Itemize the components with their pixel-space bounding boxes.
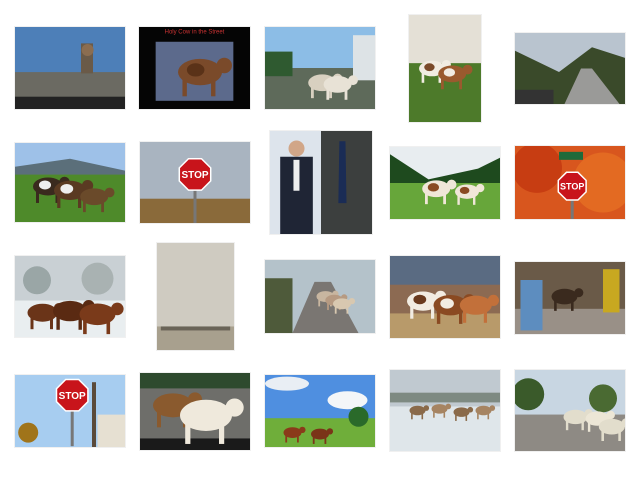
thumbnail-image: [390, 147, 500, 219]
thumbnail-image: [15, 27, 125, 109]
image-thumbnail-stop-sign-landscape[interactable]: STOP: [140, 142, 250, 223]
image-thumbnail-cattle-on-snowy-field[interactable]: [390, 370, 500, 451]
thumbnail-image: [515, 33, 625, 104]
thumbnail-image: [15, 256, 125, 337]
stop-sign-text: STOP: [59, 391, 86, 402]
image-thumbnail-cows-in-green-meadow[interactable]: [265, 375, 375, 447]
thumbnail-image: STOP: [140, 142, 250, 223]
thumbnail-image: [140, 373, 250, 450]
image-thumbnail-windshield-view-road-signs[interactable]: [15, 27, 125, 109]
image-thumbnail-distant-herd-in-fog[interactable]: [157, 243, 234, 350]
image-thumbnail-sheep-on-road[interactable]: [515, 370, 625, 451]
thumbnail-image: [390, 256, 500, 338]
thumbnail-image: [515, 262, 625, 334]
image-thumbnail-cows-in-snow[interactable]: [15, 256, 125, 337]
thumbnail-image: [270, 131, 372, 234]
thumbnail-image: STOP: [515, 146, 625, 219]
image-thumbnail-people-with-cattle-street[interactable]: [515, 262, 625, 334]
stop-sign-text: STOP: [181, 170, 208, 181]
thumbnail-image: [265, 260, 375, 333]
image-thumbnail-stop-sign-autumn-tree[interactable]: STOP: [515, 146, 625, 219]
image-thumbnail-cows-resting-in-field[interactable]: [15, 143, 125, 222]
image-thumbnail-cattle-market-crowd[interactable]: [390, 256, 500, 338]
image-thumbnail-street-horses-riders[interactable]: [265, 27, 375, 109]
thumbnail-image: [265, 27, 375, 109]
image-thumbnail-cows-on-dark-background[interactable]: Holy Cow in the Street: [139, 27, 250, 109]
image-thumbnail-mountain-road-with-cows[interactable]: [515, 33, 625, 104]
thumbnail-image: [15, 143, 125, 222]
thumbnail-image: [515, 370, 625, 451]
image-thumbnail-man-in-suit-and-tie[interactable]: [270, 131, 372, 234]
thumbnail-image: [390, 370, 500, 451]
image-thumbnail-cows-on-green-hill[interactable]: [390, 147, 500, 219]
thumbnail-image: Holy Cow in the Street: [139, 27, 250, 109]
thumbnail-image: [157, 243, 234, 350]
stop-sign-text: STOP: [560, 181, 584, 191]
thumbnail-image: STOP: [15, 375, 125, 447]
thumbnail-caption: Holy Cow in the Street: [165, 30, 225, 36]
image-grid: Holy Cow in the Street STOP STOP STOP: [0, 0, 640, 480]
image-thumbnail-stop-sign-palm-trees[interactable]: STOP: [15, 375, 125, 447]
thumbnail-image: [265, 375, 375, 447]
image-thumbnail-two-cows-on-grass-slope[interactable]: [409, 15, 481, 122]
image-thumbnail-white-cow-street[interactable]: [140, 373, 250, 450]
image-thumbnail-herd-on-rural-road[interactable]: [265, 260, 375, 333]
thumbnail-image: [409, 15, 481, 122]
